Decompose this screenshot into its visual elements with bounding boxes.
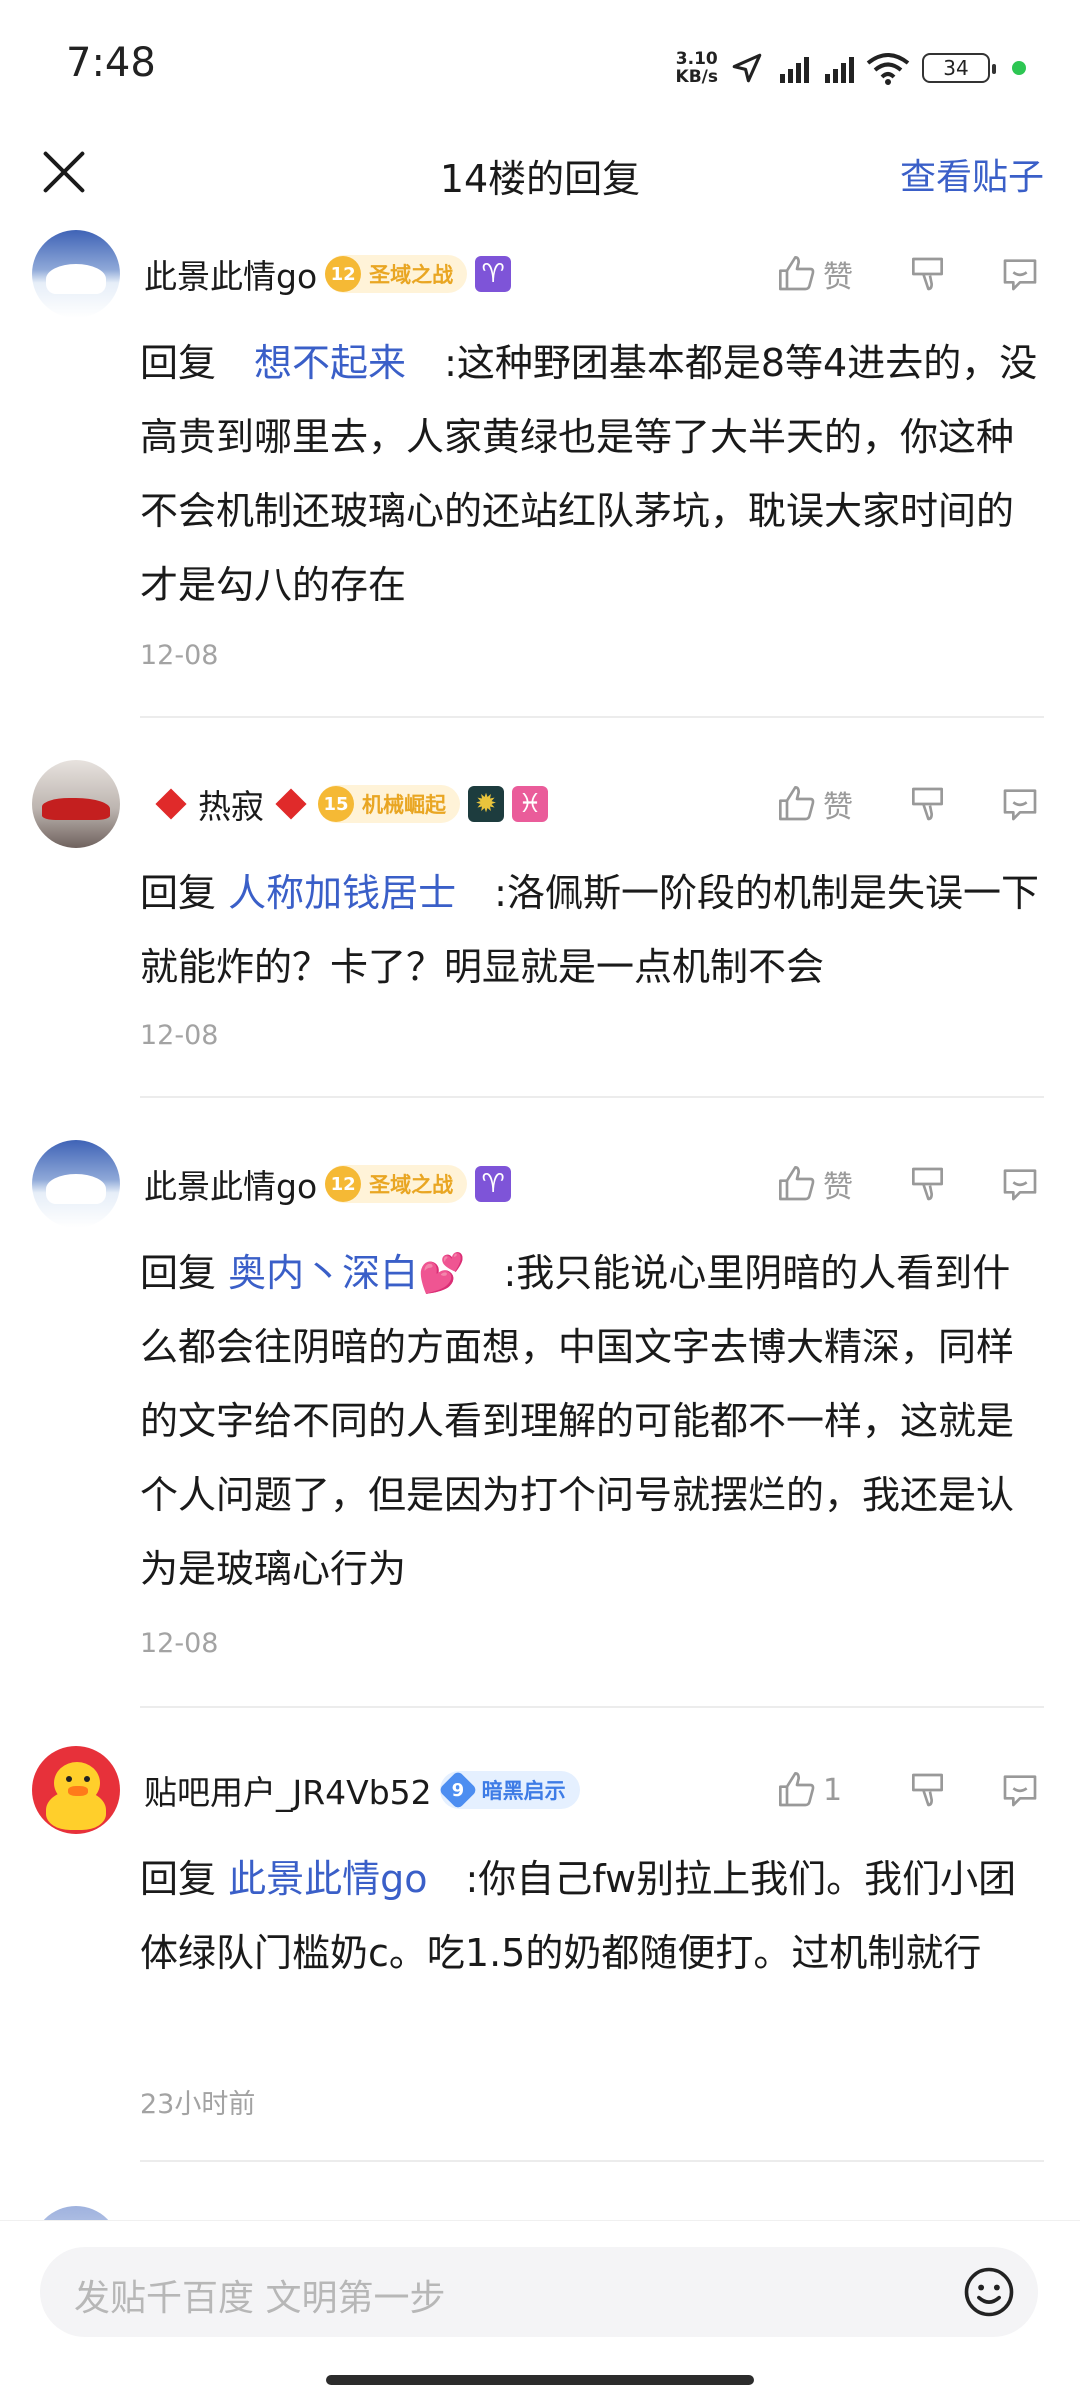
username[interactable]: 热寂 [198,780,264,828]
wifi-icon [866,53,910,85]
comment-icon [1003,1169,1037,1201]
level-badge: 15 机械崛起 [318,785,460,823]
net-speed: 3.10 KB/s [675,49,718,87]
divider [140,1096,1044,1098]
post-date: 23小时前 [140,2089,256,2120]
reply-item: 此景此情go 12 圣域之战 ♈ 赞 回复 想不起来 :这种野团基本都是8等4进去… [0,230,1080,720]
status-icons: 3.10 KB/s 34 [676,44,1026,92]
thumb-up-icon [779,1772,815,1807]
diamond-icon [155,788,187,820]
status-time: 7:48 [66,40,156,86]
post-date: 12-08 [140,640,219,671]
user-line: 贴吧用户_JR4Vb52 9 暗黑启示 [144,1760,580,1820]
actions: 1 [777,1760,1040,1820]
comment-icon [1003,259,1037,291]
user-line: 此景此情go 12 圣域之战 ♈ [144,1154,512,1214]
dislike-button[interactable] [910,1164,950,1204]
top-bar: 14楼的回复 查看贴子 [0,130,1080,230]
status-bar: 7:48 3.10 KB/s 34 [0,0,1080,130]
comment-icon [1003,1775,1037,1807]
avatar[interactable] [32,1140,120,1228]
comment-button[interactable] [1000,254,1040,294]
dislike-button[interactable] [910,1770,950,1810]
username[interactable]: 贴吧用户_JR4Vb52 [144,1766,432,1814]
thumb-down-icon [912,787,943,821]
diamond-icon [275,788,307,820]
like-button[interactable]: 赞 [777,1162,872,1206]
reply-to-user[interactable]: 想不起来 [254,341,406,385]
comment-input-placeholder: 发贴千百度 文明第一步 [74,2278,446,2319]
actions: 赞 [777,774,1040,834]
location-icon [732,53,762,83]
signal-icon-2 [821,53,854,83]
username[interactable]: 此景此情go [144,1160,317,1208]
like-button[interactable]: 1 [777,1770,872,1810]
post-date: 12-08 [140,1628,219,1659]
level-badge: 12 圣域之战 [325,1165,468,1203]
reply-content: 回复 此景此情go :你自己fw别拉上我们。我们小团体绿队门槛奶c。吃1.5的奶… [140,1857,1017,1975]
thumb-up-icon [779,255,815,291]
medal-icon: ✹ [468,786,504,822]
thumb-down-icon [912,1773,943,1807]
thumb-down-icon [912,257,943,291]
aries-icon: ♈ [475,256,512,292]
like-count: 1 [823,1772,843,1808]
reply-item: 热寂 15 机械崛起 ✹ ♓ 赞 回复 人称加钱居士 :洛佩斯一阶段的机制是失误一… [0,760,1080,1100]
battery-indicator: 34 [922,53,996,83]
smiley-icon[interactable] [962,2265,1016,2319]
actions: 赞 [777,244,1040,304]
aries-icon: ♈ [475,1166,512,1202]
reply-to-user[interactable]: 此景此情go [228,1857,427,1901]
level-badge: 9 暗黑启示 [437,1770,580,1810]
reply-to-user[interactable]: 人称加钱居士 [228,871,456,915]
view-post-link[interactable]: 查看贴子 [900,148,1044,200]
privacy-dot [1012,61,1026,75]
signal-icon [776,53,809,83]
actions: 赞 [777,1154,1040,1214]
comment-icon [1003,789,1037,821]
post-date: 12-08 [140,1020,219,1051]
reply-item: 贴吧用户_JR4Vb52 9 暗黑启示 1 回复 此景此情go :你自己fw别拉上… [0,1746,1080,2176]
comment-button[interactable] [1000,784,1040,824]
pisces-icon: ♓ [512,786,548,822]
user-line: 热寂 15 机械崛起 ✹ ♓ [152,774,548,834]
thumb-up-icon [779,786,815,821]
avatar[interactable] [32,760,120,848]
like-button[interactable]: 赞 [777,252,872,296]
comment-button[interactable] [1000,1770,1040,1810]
thumb-down-icon [912,1167,943,1201]
avatar[interactable] [32,1746,120,1834]
comment-input[interactable]: 发贴千百度 文明第一步 [40,2247,1038,2337]
reply-to-user[interactable]: 奥内丶深白💕 [228,1251,465,1295]
dislike-button[interactable] [910,784,950,824]
thumb-up-icon [779,1166,815,1201]
dislike-button[interactable] [910,254,950,294]
composer-bar: 发贴千百度 文明第一步 [0,2220,1080,2400]
avatar[interactable] [32,230,120,318]
comment-button[interactable] [1000,1164,1040,1204]
reply-content: 回复 人称加钱居士 :洛佩斯一阶段的机制是失误一下就能炸的？卡了？明显就是一点机… [140,871,1039,989]
reply-content: 回复 奥内丶深白💕 :我只能说心里阴暗的人看到什么都会往阴暗的方面想，中国文字去… [140,1251,1015,1591]
level-badge: 12 圣域之战 [325,255,468,293]
username[interactable]: 此景此情go [144,250,317,298]
like-button[interactable]: 赞 [777,782,872,826]
divider [140,1706,1044,1708]
user-line: 此景此情go 12 圣域之战 ♈ [144,244,512,304]
divider [140,716,1044,718]
reply-item: 此景此情go 12 圣域之战 ♈ 赞 回复 奥内丶深白💕 :我只能说心里阴暗的人看… [0,1140,1080,1710]
reply-content: 回复 想不起来 :这种野团基本都是8等4进去的，没高贵到哪里去，人家黄绿也是等了… [140,341,1038,607]
divider [140,2160,1044,2162]
home-indicator[interactable] [326,2375,754,2385]
